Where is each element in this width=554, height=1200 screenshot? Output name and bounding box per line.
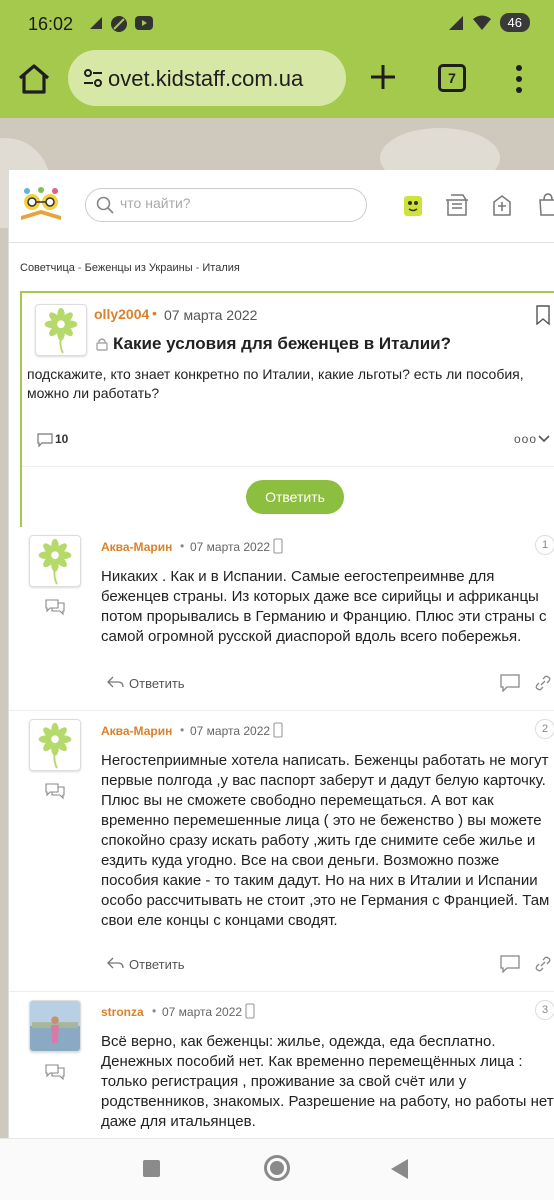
reply-date: 07 марта 2022 (190, 540, 271, 554)
reply-number: 3 (535, 1000, 554, 1020)
link-icon[interactable] (535, 956, 551, 972)
reply-arrow-icon[interactable] (106, 675, 124, 689)
browser-chrome: 16:02 46 ovet.kidstaff.com.ua 7 (0, 0, 554, 118)
mobile-icon (245, 1003, 255, 1019)
recents-button[interactable] (143, 1160, 160, 1177)
back-button[interactable] (391, 1159, 408, 1179)
reply-item: Аква-Марин • 07 марта 2022 2 Негостеприи… (9, 711, 554, 992)
avatar[interactable] (35, 304, 87, 356)
browser-toolbar: ovet.kidstaff.com.ua 7 (0, 48, 554, 110)
reply-button[interactable]: Ответить (246, 480, 344, 514)
breadcrumb-item[interactable]: Италия (202, 262, 239, 274)
address-bar[interactable]: ovet.kidstaff.com.ua (68, 50, 346, 106)
wifi-icon (472, 15, 491, 30)
reply-text: Всё верно, как беженцы: жилье, одежда, е… (101, 1033, 554, 1130)
separator-dot: • (152, 305, 157, 321)
url-text: ovet.kidstaff.com.ua (108, 66, 304, 91)
search-input[interactable] (120, 195, 350, 211)
divider (22, 466, 554, 467)
bookmark-icon[interactable] (536, 305, 550, 325)
reply-text: Негостеприимные хотела написать. Беженцы… (101, 752, 550, 929)
avatar[interactable] (29, 719, 81, 771)
mascot-icon[interactable] (401, 192, 425, 218)
search-box[interactable] (85, 188, 367, 222)
system-navigation-bar (0, 1138, 554, 1200)
content-panel: Советчица - Беженцы из Украины - Италия … (8, 170, 554, 1138)
comment-icon[interactable] (500, 955, 520, 973)
separator-dot: • (152, 1004, 157, 1018)
tab-switcher-button[interactable]: 7 (438, 64, 466, 92)
status-time: 16:02 (28, 14, 74, 34)
add-listing-icon[interactable] (490, 192, 514, 218)
more-options[interactable]: ooo (514, 432, 537, 446)
separator-dot: • (180, 723, 185, 737)
topic-title: Какие условия для беженцев в Италии? (113, 334, 452, 353)
battery-indicator: 46 (499, 13, 530, 32)
topic-date: 07 марта 2022 (164, 307, 258, 323)
search-icon (96, 196, 114, 214)
separator-dot: • (180, 539, 185, 553)
header-divider (9, 242, 554, 243)
youtube-icon (135, 16, 153, 30)
lock-icon (96, 338, 108, 351)
message-icon[interactable] (45, 1064, 65, 1080)
reply-link[interactable]: Ответить (129, 676, 185, 691)
topic-body: подскажите, кто знает конкретно по Итали… (27, 366, 524, 401)
chevron-down-icon[interactable] (538, 434, 550, 444)
reply-author[interactable]: Аква-Марин (101, 724, 172, 738)
breadcrumb-item[interactable]: Беженцы из Украины (85, 262, 193, 274)
reply-text: Никаких . Как и в Испании. Самые еегосте… (101, 568, 547, 645)
reply-item: stronza • 07 марта 2022 3 Всё верно, как… (9, 992, 554, 1138)
avatar[interactable] (29, 1000, 81, 1052)
comment-icon[interactable] (500, 674, 520, 692)
topic-card: olly2004 • 07 марта 2022 Какие условия д… (20, 291, 554, 527)
home-icon[interactable] (16, 62, 52, 96)
reply-date: 07 марта 2022 (162, 1005, 243, 1019)
reply-arrow-icon[interactable] (106, 956, 124, 970)
reply-author[interactable]: Аква-Марин (101, 540, 172, 554)
reply-number: 1 (535, 535, 554, 555)
reply-link[interactable]: Ответить (129, 957, 185, 972)
menu-dots-icon[interactable] (512, 64, 526, 94)
topic-author[interactable]: olly2004 (94, 306, 149, 322)
mobile-icon (273, 722, 283, 738)
link-icon[interactable] (535, 675, 551, 691)
status-bar: 16:02 46 (0, 0, 554, 46)
mobile-icon (273, 538, 283, 554)
reply-author[interactable]: stronza (101, 1005, 144, 1019)
site-logo[interactable] (19, 186, 63, 222)
site-settings-icon[interactable] (82, 67, 104, 89)
leaf-app-icon (111, 16, 127, 32)
reply-item: Аква-Марин • 07 марта 2022 1 Никаких . К… (9, 527, 554, 711)
breadcrumb-item[interactable]: Советчица (20, 262, 75, 274)
message-icon[interactable] (45, 783, 65, 799)
avatar[interactable] (29, 535, 81, 587)
shop-icon[interactable] (445, 192, 469, 218)
notification-icons (88, 15, 154, 33)
breadcrumb: Советчица - Беженцы из Украины - Италия (20, 262, 240, 274)
cart-icon[interactable] (536, 192, 554, 218)
new-tab-icon[interactable] (368, 62, 398, 92)
reply-number: 2 (535, 719, 554, 739)
signal-activity-icon (90, 17, 102, 29)
comments-icon[interactable] (37, 433, 53, 447)
status-indicators: 46 (448, 13, 530, 32)
message-icon[interactable] (45, 599, 65, 615)
reply-date: 07 марта 2022 (190, 724, 271, 738)
site-header (9, 170, 554, 242)
cell-signal-icon (448, 15, 463, 30)
home-button[interactable] (264, 1155, 290, 1181)
comments-count[interactable]: 10 (55, 432, 68, 446)
